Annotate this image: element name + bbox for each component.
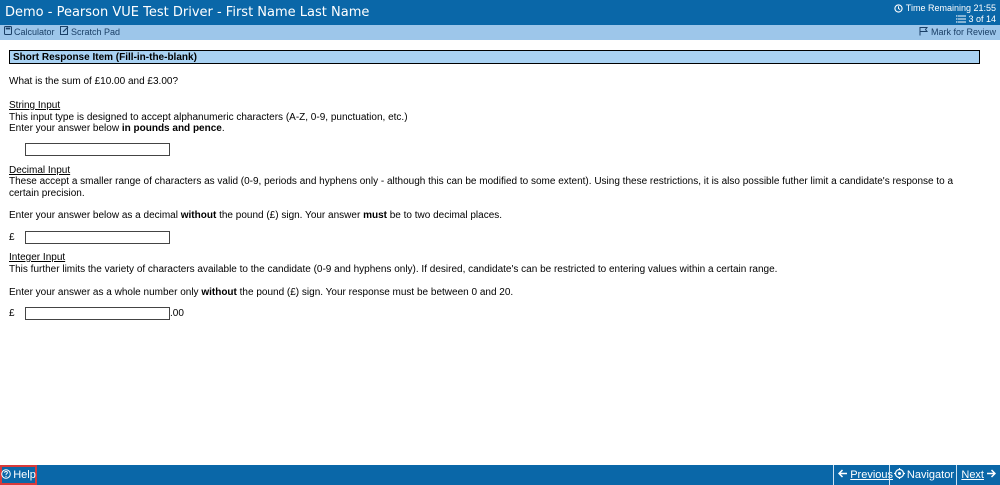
string-input-instruction-prefix: Enter your answer below [9, 123, 122, 134]
string-input-row [9, 143, 170, 156]
item-content: Short Response Item (Fill-in-the-blank) … [9, 50, 980, 320]
question-counter-text: 3 of 14 [968, 14, 996, 24]
help-icon [1, 468, 11, 482]
integer-input-instruction: Enter your answer as a whole number only… [9, 287, 513, 299]
string-input-title: String Input [9, 100, 61, 111]
decimal-instruction-part2: the pound (£) sign. Your answer [216, 210, 364, 221]
question-counter: 3 of 14 [956, 14, 996, 24]
integer-suffix: .00 [170, 308, 184, 319]
previous-button[interactable]: Previous [833, 465, 897, 485]
decimal-instruction-bold1: without [180, 210, 217, 221]
decimal-instruction-part3: be to two decimal places. [386, 210, 503, 221]
string-input-instruction: Enter your answer below in pounds and pe… [9, 123, 225, 135]
decimal-instruction-bold2: must [363, 210, 387, 221]
next-label: Next [961, 469, 984, 481]
integer-instruction-part2: the pound (£) sign. Your response must b… [236, 287, 514, 298]
window-title: Demo - Pearson VUE Test Driver - First N… [5, 5, 370, 20]
scratch-pad-icon [60, 26, 69, 37]
integer-instruction-part1: Enter your answer as a whole number only [9, 287, 202, 298]
scratch-pad-button[interactable]: Scratch Pad [60, 26, 120, 37]
integer-instruction-bold: without [201, 287, 237, 298]
decimal-currency-symbol: £ [9, 232, 15, 243]
calculator-icon [4, 26, 12, 37]
integer-answer-input[interactable] [25, 307, 170, 320]
decimal-input-description: These accept a smaller range of characte… [9, 176, 954, 199]
help-button[interactable]: Help [0, 465, 37, 485]
title-bar: Demo - Pearson VUE Test Driver - First N… [0, 0, 1000, 25]
arrow-right-icon [986, 469, 997, 481]
time-remaining-text: Time Remaining 21:55 [905, 3, 996, 13]
decimal-answer-input[interactable] [25, 231, 170, 244]
navigator-button[interactable]: Navigator [888, 465, 958, 485]
string-input-instruction-suffix: . [221, 123, 225, 134]
time-remaining: Time Remaining 21:55 [894, 3, 996, 13]
decimal-input-instruction: Enter your answer below as a decimal wit… [9, 210, 502, 222]
navigator-label: Navigator [906, 469, 954, 481]
calculator-button[interactable]: Calculator [4, 26, 55, 37]
help-label: Help [13, 469, 36, 481]
clock-icon [894, 3, 903, 13]
item-header: Short Response Item (Fill-in-the-blank) [9, 50, 980, 64]
flag-icon [919, 26, 929, 38]
mark-for-review-button[interactable]: Mark for Review [919, 26, 996, 38]
string-input-instruction-bold: in pounds and pence [121, 123, 222, 134]
integer-input-row: £ .00 [9, 307, 184, 320]
arrow-left-icon [838, 469, 848, 481]
footer-bar: Help Previous Navigator Next [0, 465, 1000, 485]
integer-input-title: Integer Input [9, 252, 66, 263]
string-answer-input[interactable] [25, 143, 170, 156]
integer-currency-symbol: £ [9, 308, 15, 319]
question-text: What is the sum of £10.00 and £3.00? [9, 76, 178, 87]
scratch-pad-label: Scratch Pad [71, 26, 121, 37]
integer-input-description: This further limits the variety of chara… [9, 264, 778, 275]
next-button[interactable]: Next [956, 465, 1000, 485]
previous-label: Previous [850, 469, 893, 481]
decimal-instruction-part1: Enter your answer below as a decimal [9, 210, 181, 221]
calculator-label: Calculator [14, 26, 55, 37]
decimal-input-row: £ [9, 231, 170, 244]
navigator-icon [893, 468, 905, 482]
question-list-icon [956, 15, 967, 23]
mark-for-review-label: Mark for Review [930, 27, 996, 37]
toolbar: Calculator Scratch Pad Mark for Review [0, 25, 1000, 40]
